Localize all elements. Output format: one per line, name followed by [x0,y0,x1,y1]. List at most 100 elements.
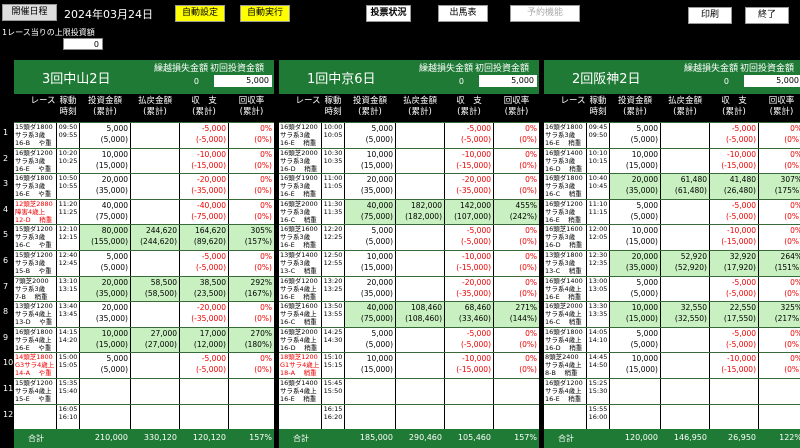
exit-button[interactable]: 終了 [745,7,789,24]
race-info[interactable]: 16頭ダ1200 サラ系3歳 16-E 稍重 [544,199,586,225]
invest-cell: 20,000 (35,000) [80,174,130,199]
race-row[interactable]: 16頭芝2000 サラ系4歳上 16-D 稍重 14:25 14:30 5,00… [279,326,539,353]
race-info[interactable]: 16頭芝1600 サラ系4歳上 16-C 稍重 [279,302,321,327]
race-info[interactable]: 18頭芝1200 G1サラ4歳上 18-A 稍重 [279,353,321,378]
race-row[interactable]: 15頭ダ1200 サラ系4歳上 15-E や重 15:35 15:40 [14,377,274,404]
race-row[interactable]: 16頭ダ1900 サラ系3歳 16-E 稍重 11:00 11:05 20,00… [279,173,539,199]
invest-cell: 10,000 (15,000) [345,148,395,174]
race-info[interactable]: 16頭芝2000 サラ系4歳上 16-D 稍重 [279,327,321,353]
race-info[interactable]: 15頭ダ1200 サラ系3歳 15-B や重 [14,250,56,276]
race-info[interactable]: 13頭ダ1800 サラ系3歳 13-C 稍重 [544,250,586,276]
race-row[interactable]: 16頭ダ1200 サラ系3歳 16-E 稍重 11:10 11:15 5,000… [544,198,800,225]
rate-cell: 0% (0%) [494,225,539,250]
race-time: 12:00 12:05 [587,225,609,250]
race-row[interactable]: 13頭ダ1200 サラ系4歳上 13-D や重 13:40 13:45 20,0… [14,301,274,327]
auto-setting-button[interactable]: 自動設定 [175,5,225,22]
race-info[interactable]: 14頭芝1800 G3サラ4歳上 14-A や重 [14,353,56,378]
carry-loss-label: 繰越損失金額 [684,64,739,74]
race-row[interactable]: 16頭芝1600 サラ系3歳 16-E 稍重 12:20 12:25 5,000… [279,224,539,250]
race-row[interactable]: 16頭ダ1200 サラ系4歳上 16-E 稍重 15:25 15:30 [544,377,800,404]
print-button[interactable]: 印刷 [688,7,732,24]
first-invest-label: 初回投資金額 [740,64,795,74]
race-info[interactable]: 16頭ダ1400 サラ系4歳上 16-E 稍重 [279,378,321,404]
limit-input[interactable]: 0 [63,38,103,50]
race-info[interactable]: 13頭ダ1200 サラ系4歳上 13-D や重 [14,302,56,327]
race-info[interactable]: 16頭ダ1200 サラ系3歳 16-E 稍重 [279,123,321,148]
balance-cell: -20,000 (-35,000) [445,276,493,302]
race-info[interactable]: 16頭ダ1900 サラ系3歳 16-E 稍重 [279,174,321,199]
race-row[interactable]: 15:55 16:00 [544,403,800,430]
race-row[interactable]: 16頭芝1600 サラ系4歳上 16-C 稍重 13:50 13:55 40,0… [279,301,539,327]
race-info[interactable]: 16頭ダ1400 サラ系3歳 16-D 稍重 [544,148,586,174]
race-row[interactable]: 15頭ダ1200 サラ系3歳 16-C や重 12:10 12:15 80,00… [14,224,274,250]
race-info[interactable]: 16頭ダ1200 サラ系4歳上 16-E 稍重 [544,378,586,404]
race-row[interactable]: 16頭ダ1200 サラ系3歳 16-E や重 10:20 10:25 10,00… [14,147,274,174]
invest-cell [345,378,395,404]
race-info[interactable]: 16頭芝2000 サラ系3歳 16-D 稍重 [279,148,321,174]
race-info[interactable]: 16頭ダ1800 サラ系3歳 16-C 稍重 [544,174,586,199]
race-row[interactable]: 16頭芝2000 サラ系4歳上 16-C 稍重 13:30 13:35 10,0… [544,301,800,327]
race-row[interactable]: 16頭ダ1800 サラ系4歳上 16-D 稍重 14:05 14:10 5,00… [544,326,800,353]
race-row[interactable]: 16頭芝2000 サラ系3歳 16-D 稍重 10:30 10:35 10,00… [279,147,539,174]
race-info[interactable]: 16頭芝1600 サラ系3歳 16-E 稍重 [279,225,321,250]
race-row[interactable]: 18頭芝1200 G1サラ4歳上 18-A 稍重 15:10 15:15 10,… [279,352,539,378]
race-row[interactable]: 7頭芝2000 サラ系3歳 7-B 稍重 13:10 13:15 20,000 … [14,275,274,302]
race-row[interactable]: 16頭芝2000 サラ系3歳 16-C 稍重 11:30 11:35 40,00… [279,198,539,225]
race-info[interactable]: 16頭芝2000 サラ系3歳 16-C 稍重 [279,199,321,225]
payout-cell [396,378,444,404]
race-row[interactable]: 16:05 16:10 [14,403,274,430]
race-row[interactable]: 12頭芝2880 障害4歳上 12-D 稍重 11:20 11:25 40,00… [14,198,274,225]
race-info[interactable]: 16頭ダ1200 サラ系4歳上 16-E 稍重 [279,276,321,302]
race-row[interactable]: 16:15 16:20 [279,403,539,430]
race-info[interactable]: 12頭芝2880 障害4歳上 12-D 稍重 [14,199,56,225]
first-invest-input[interactable]: 5,000 [214,75,272,87]
race-row[interactable]: 16頭ダ1800 サラ系4歳上 16-E や重 14:15 14:20 10,0… [14,326,274,353]
race-info[interactable]: 16頭芝1600 サラ系3歳 16-D 稍重 [544,225,586,250]
race-info[interactable]: 16頭ダ1800 サラ系3歳 16-E や重 [14,174,56,199]
invest-cell: 5,000 (5,000) [345,327,395,353]
race-row[interactable]: 16頭ダ1200 サラ系4歳上 16-E 稍重 13:20 13:25 20,0… [279,275,539,302]
race-row[interactable]: 16頭ダ1800 サラ系3歳 16-E や重 10:50 10:55 20,00… [14,173,274,199]
vote-status-button[interactable]: 投票状況 [366,5,411,22]
race-row[interactable]: 13頭ダ1800 サラ系3歳 13-C 稍重 12:30 12:35 20,00… [544,249,800,276]
race-row[interactable]: 16頭ダ1200 サラ系3歳 16-E 稍重 10:00 10:05 5,000… [279,122,539,148]
race-info[interactable]: 16頭ダ1800 サラ系4歳上 16-E や重 [14,327,56,353]
race-row[interactable]: 15頭ダ1800 サラ系3歳 16-B や重 09:50 09:55 5,000… [14,122,274,148]
race-row[interactable]: 16頭ダ1800 サラ系3歳 16-C 稍重 10:40 10:45 20,00… [544,173,800,199]
race-info[interactable]: 8頭芝2400 サラ系4歳上 8-B 稍重 [544,353,586,378]
row-number-column: 1 2 3 4 5 6 7 8 9 10 11 12 [0,122,14,429]
race-info[interactable]: 15頭ダ1800 サラ系3歳 16-B や重 [14,123,56,148]
race-info[interactable] [14,404,56,430]
race-row[interactable]: 16頭ダ1800 サラ系3歳 16-E 稍重 09:45 09:50 5,000… [544,122,800,148]
invest-cell: 5,000 (5,000) [80,250,130,276]
rate-cell: 0% (0%) [229,174,274,199]
invest-cell: 20,000 (35,000) [345,276,395,302]
race-row[interactable]: 16頭ダ1400 サラ系4歳上 16-E 稍重 15:45 15:50 [279,377,539,404]
rate-cell: 0% (0%) [759,353,800,378]
race-row[interactable]: 14頭芝1800 G3サラ4歳上 14-A や重 15:00 15:05 5,0… [14,352,274,378]
race-row[interactable]: 13頭ダ1400 サラ系3歳 13-C 稍重 12:50 12:55 10,00… [279,249,539,276]
race-row[interactable]: 8頭芝2400 サラ系4歳上 8-B 稍重 14:45 14:50 10,000… [544,352,800,378]
reserve-function-button[interactable]: 予約機能 [510,5,580,22]
race-info[interactable]: 16頭ダ1800 サラ系4歳上 16-D 稍重 [544,327,586,353]
race-info[interactable]: 15頭ダ1200 サラ系3歳 16-C や重 [14,225,56,250]
first-invest-input[interactable]: 5,000 [744,75,800,87]
race-info[interactable]: 13頭ダ1400 サラ系3歳 13-C 稍重 [279,250,321,276]
first-invest-input[interactable]: 5,000 [479,75,537,87]
race-row[interactable]: 15頭ダ1200 サラ系3歳 15-B や重 12:40 12:45 5,000… [14,249,274,276]
race-row[interactable]: 16頭ダ1400 サラ系3歳 16-D 稍重 10:10 10:15 10,00… [544,147,800,174]
race-info[interactable] [279,404,321,430]
race-info[interactable]: 16頭芝2000 サラ系4歳上 16-C 稍重 [544,302,586,327]
race-row[interactable]: 16頭芝1600 サラ系3歳 16-D 稍重 12:00 12:05 10,00… [544,224,800,250]
race-info[interactable]: 15頭ダ1200 サラ系4歳上 15-E や重 [14,378,56,404]
race-info[interactable]: 16頭ダ1200 サラ系3歳 16-E や重 [14,148,56,174]
race-info[interactable]: 16頭ダ1400 サラ系4歳上 16-E 稍重 [544,276,586,302]
race-info[interactable]: 16頭ダ1800 サラ系3歳 16-E 稍重 [544,123,586,148]
race-info[interactable]: 7頭芝2000 サラ系3歳 7-B 稍重 [14,276,56,302]
race-info[interactable] [544,404,586,430]
entries-button[interactable]: 出馬表 [438,5,488,22]
auto-run-button[interactable]: 自動実行 [240,5,290,22]
rate-cell: 307% (175%) [759,174,800,199]
date-schedule-button[interactable]: 開催日程 [2,4,57,21]
race-row[interactable]: 16頭ダ1400 サラ系4歳上 16-E 稍重 13:00 13:05 5,00… [544,275,800,302]
